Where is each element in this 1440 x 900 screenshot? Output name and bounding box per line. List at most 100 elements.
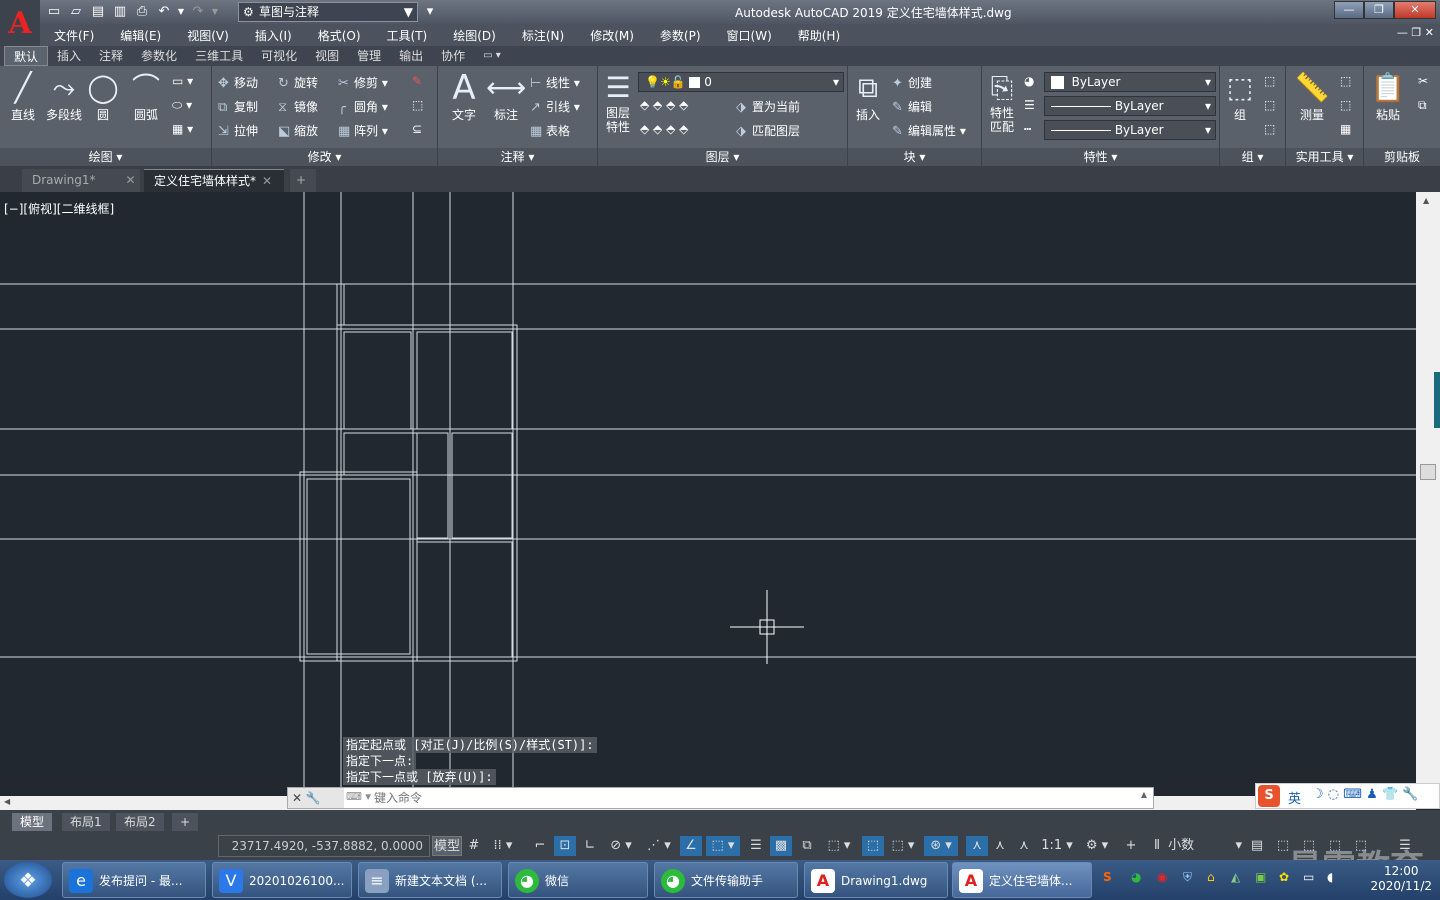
tab-collaborate[interactable]: 协作	[432, 46, 474, 66]
linetype-dropdown[interactable]: ByLayer ▾	[1044, 96, 1216, 116]
taskbar-item-notepad[interactable]: ≡ 新建文本文档 (...	[358, 862, 502, 898]
dimension-button[interactable]: ⟷ 标注	[486, 70, 526, 123]
snap-icon[interactable]: ⁞⁞ ▾	[488, 836, 518, 856]
object-snap-tracking-icon[interactable]: ∠	[680, 836, 702, 856]
cut-icon[interactable]: ✂	[1418, 74, 1428, 88]
hatch-icon[interactable]: ▦ ▾	[172, 122, 193, 136]
command-history-toggle-icon[interactable]: ▲	[1141, 790, 1147, 799]
group-select-icon[interactable]: ⬚	[1264, 122, 1275, 136]
copy-button[interactable]: ⧉ 复制	[218, 98, 258, 115]
menu-dimension[interactable]: 标注(N)	[508, 27, 576, 44]
new-tab-button[interactable]: +	[290, 169, 316, 192]
layers-panel-title[interactable]: 图层 ▾	[598, 148, 847, 166]
polyline-button[interactable]: ⤳ 多段线	[42, 70, 86, 123]
selection-cycling-icon[interactable]: ⧉	[796, 836, 818, 856]
menu-edit[interactable]: 编辑(E)	[106, 27, 173, 44]
network-app-icon[interactable]: ⌂	[1207, 870, 1215, 884]
tab-3d-tools[interactable]: 三维工具	[186, 46, 252, 66]
save-as-icon[interactable]: ▥	[110, 3, 130, 21]
layout-tab-layout1[interactable]: 布局1	[62, 813, 110, 831]
scroll-thumb[interactable]	[1420, 464, 1436, 480]
nvidia-icon[interactable]: ▣	[1255, 870, 1266, 884]
scroll-up-icon[interactable]: ▲	[1423, 196, 1429, 205]
doc-tab-current[interactable]: 定义住宅墙体样式* ✕	[144, 169, 284, 192]
paste-button[interactable]: 📋 粘贴	[1368, 70, 1408, 123]
menu-modify[interactable]: 修改(M)	[576, 27, 646, 44]
ortho-icon[interactable]: ∟	[580, 836, 600, 856]
layer-dropdown[interactable]: 💡☀🔓 0 ▾	[638, 72, 844, 92]
ime-mode-label[interactable]: 英	[1288, 788, 1301, 807]
taskbar-item-current-drawing[interactable]: A 定义住宅墙体...	[952, 862, 1092, 898]
menu-file[interactable]: 文件(F)	[40, 27, 106, 44]
grid-icon[interactable]: #	[464, 836, 484, 856]
text-button[interactable]: A 文字	[444, 70, 484, 123]
ribbon-toggle-icon[interactable]: ▭ ▾	[474, 46, 510, 66]
maximize-button[interactable]: ❐	[1364, 1, 1394, 19]
wrench-icon[interactable]: 🔧	[306, 791, 321, 805]
create-block-button[interactable]: ✦ 创建	[892, 74, 932, 91]
dynamic-ucs-icon[interactable]: ⬚	[862, 836, 884, 856]
tab-output[interactable]: 输出	[390, 46, 432, 66]
taskbar-item-browser[interactable]: e 发布提问 - 最...	[62, 862, 206, 898]
undo-icon[interactable]: ↶	[154, 3, 174, 21]
command-input[interactable]	[374, 789, 1134, 807]
qq-icon[interactable]: ✿	[1279, 870, 1289, 884]
ime-tools-icon[interactable]: ☽ ◌ ⌨ ♟ 👕 🔧	[1312, 787, 1418, 802]
trim-button[interactable]: ✂ 修剪 ▾	[338, 74, 388, 91]
line-button[interactable]: ╱ 直线	[6, 70, 40, 123]
ellipse-icon[interactable]: ⬭ ▾	[172, 98, 192, 113]
minimize-button[interactable]: —	[1334, 1, 1364, 19]
tab-parametric[interactable]: 参数化	[132, 46, 186, 66]
sogou-tray-icon[interactable]: S	[1103, 870, 1112, 884]
table-button[interactable]: ▦ 表格	[530, 122, 570, 139]
workspace-selector[interactable]: ⚙ 草图与注释 ▼	[238, 2, 418, 22]
clock[interactable]: 12:00 2020/11/2	[1370, 864, 1432, 894]
rectangle-icon[interactable]: ▭ ▾	[172, 74, 193, 88]
taskbar-item-wechat[interactable]: ◕ 微信	[508, 862, 648, 898]
infer-constraints-icon[interactable]: ⌐	[530, 836, 550, 856]
group-button[interactable]: ⬚ 组	[1222, 70, 1258, 123]
auto-scale-icon[interactable]: ⋏	[990, 836, 1010, 856]
autocad-logo-icon[interactable]: A	[0, 0, 40, 46]
properties-panel-title[interactable]: 特性 ▾	[982, 148, 1219, 166]
menu-insert[interactable]: 插入(I)	[241, 27, 304, 44]
stretch-button[interactable]: ⇲ 拉伸	[218, 122, 258, 139]
annotation-scale-dropdown[interactable]: 1:1 ▾	[1038, 836, 1076, 856]
modify-panel-title[interactable]: 修改 ▾	[212, 148, 437, 166]
dynamic-input-icon[interactable]: ⊡	[554, 836, 576, 856]
close-icon[interactable]: ✕	[262, 174, 272, 188]
tab-annotate[interactable]: 注释	[90, 46, 132, 66]
linear-button[interactable]: ⊢ 线性 ▾	[530, 74, 580, 91]
weibo-tray-icon[interactable]: ◉	[1157, 870, 1167, 884]
quick-properties-icon[interactable]: ▤	[1246, 836, 1268, 856]
viewport-controls[interactable]: [−][俯视][二维线框]	[4, 200, 114, 217]
arc-button[interactable]: ⌒ 圆弧	[126, 70, 166, 123]
array-button[interactable]: ▦ 阵列 ▾	[338, 122, 388, 139]
isodraft-icon[interactable]: ⋰ ▾	[642, 836, 676, 856]
set-current-button[interactable]: ⬗ 置为当前	[736, 98, 800, 115]
match-layer-button[interactable]: ⬗ 匹配图层	[736, 122, 800, 139]
redo-icon[interactable]: ↷	[188, 3, 208, 21]
layer-tools-row1-icon[interactable]: ⬘ ⬘ ⬘ ⬘	[640, 98, 688, 112]
layout-tab-model[interactable]: 模型	[12, 813, 53, 831]
scroll-left-icon[interactable]: ◀	[4, 797, 10, 806]
menu-format[interactable]: 格式(O)	[304, 27, 373, 44]
mirror-button[interactable]: ⧖ 镜像	[278, 98, 318, 115]
layout-tab-layout2[interactable]: 布局2	[116, 813, 164, 831]
color-dropdown[interactable]: ByLayer ▾	[1044, 72, 1216, 92]
workspace-switch-icon[interactable]: ⚙ ▾	[1080, 836, 1114, 856]
polar-tracking-icon[interactable]: ⊘ ▾	[604, 836, 638, 856]
menu-help[interactable]: 帮助(H)	[784, 27, 852, 44]
tab-visualize[interactable]: 可视化	[252, 46, 306, 66]
groups-panel-title[interactable]: 组 ▾	[1220, 148, 1285, 166]
app-tray-icon[interactable]: ◭	[1231, 870, 1240, 884]
block-panel-title[interactable]: 块 ▾	[848, 148, 981, 166]
shield-icon[interactable]: ⛨	[1183, 870, 1192, 885]
units-dropdown[interactable]: ⦀ 小数 ▾	[1150, 836, 1242, 856]
gizmo-icon[interactable]: ⊛ ▾	[924, 836, 958, 856]
object-snap-icon[interactable]: ⬚ ▾	[706, 836, 740, 856]
menu-parametric[interactable]: 参数(P)	[646, 27, 713, 44]
doc-window-controls[interactable]: — ❐ ✕	[1397, 26, 1434, 39]
draw-panel-title[interactable]: 绘图 ▾	[0, 148, 211, 166]
tab-view[interactable]: 视图	[306, 46, 348, 66]
